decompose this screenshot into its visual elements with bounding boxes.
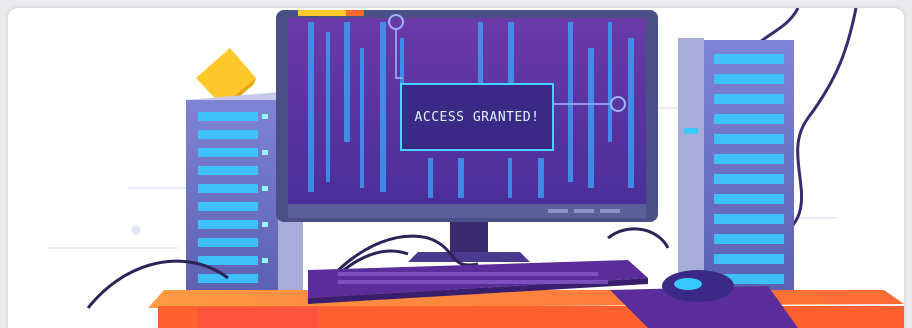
monitor-icon: ACCESS GRANTED!	[276, 10, 658, 262]
illustration-card: ACCESS GRANTED!	[8, 8, 904, 328]
hacker-illustration: ACCESS GRANTED!	[48, 8, 904, 328]
access-message-text: ACCESS GRANTED!	[415, 110, 540, 125]
server-tower-right-icon	[678, 38, 794, 298]
